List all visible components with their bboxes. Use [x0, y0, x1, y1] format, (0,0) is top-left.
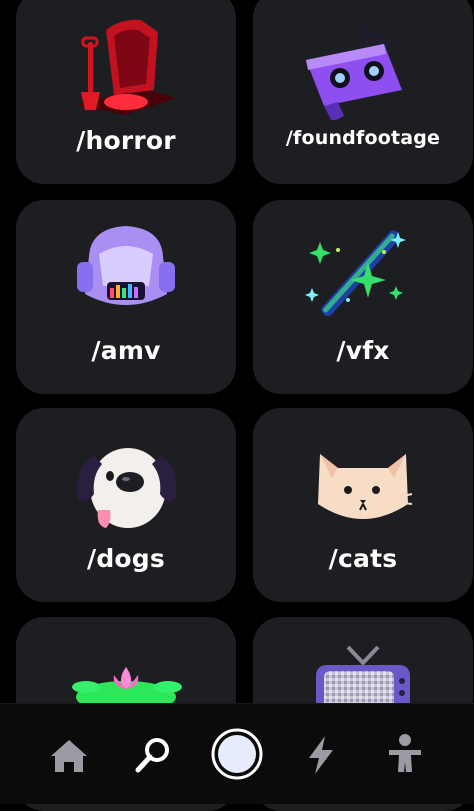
profile-icon	[389, 734, 421, 772]
nav-profile-button[interactable]	[375, 726, 435, 786]
feed-label: /foundfootage	[285, 127, 441, 149]
feed-label: /horror	[76, 126, 176, 155]
nav-home-button[interactable]	[39, 726, 99, 786]
search-icon	[135, 738, 169, 773]
nav-record-button[interactable]	[207, 726, 267, 786]
feed-card-horror[interactable]: /horror	[16, 0, 236, 184]
lightning-icon	[309, 736, 333, 774]
feed-card-amv[interactable]: /amv	[16, 200, 236, 394]
record-icon	[211, 728, 263, 780]
feed-grid: /horror /foundfootage /amv /vfx /dogs /c…	[0, 0, 474, 811]
feed-card-vfx[interactable]: /vfx	[253, 200, 473, 394]
feed-card-dogs[interactable]: /dogs	[16, 408, 236, 602]
feed-label: /amv	[91, 336, 161, 365]
feed-label: /dogs	[87, 544, 165, 573]
feed-label: /cats	[328, 544, 398, 573]
feed-card-foundfootage[interactable]: /foundfootage	[253, 0, 473, 184]
home-icon	[51, 740, 87, 772]
robot-helmet-icon	[77, 226, 175, 305]
nav-lightning-button[interactable]	[291, 726, 351, 786]
bottom-navigation	[0, 703, 474, 804]
vhs-tape-icon	[306, 24, 402, 120]
feed-card-cats[interactable]: /cats	[253, 408, 473, 602]
feed-label: /vfx	[336, 336, 390, 365]
dog-face-icon	[77, 448, 177, 528]
nav-search-button[interactable]	[123, 726, 183, 786]
cat-face-icon	[318, 454, 413, 519]
magic-wand-icon	[305, 230, 406, 317]
haunted-grave-icon	[76, 19, 176, 115]
